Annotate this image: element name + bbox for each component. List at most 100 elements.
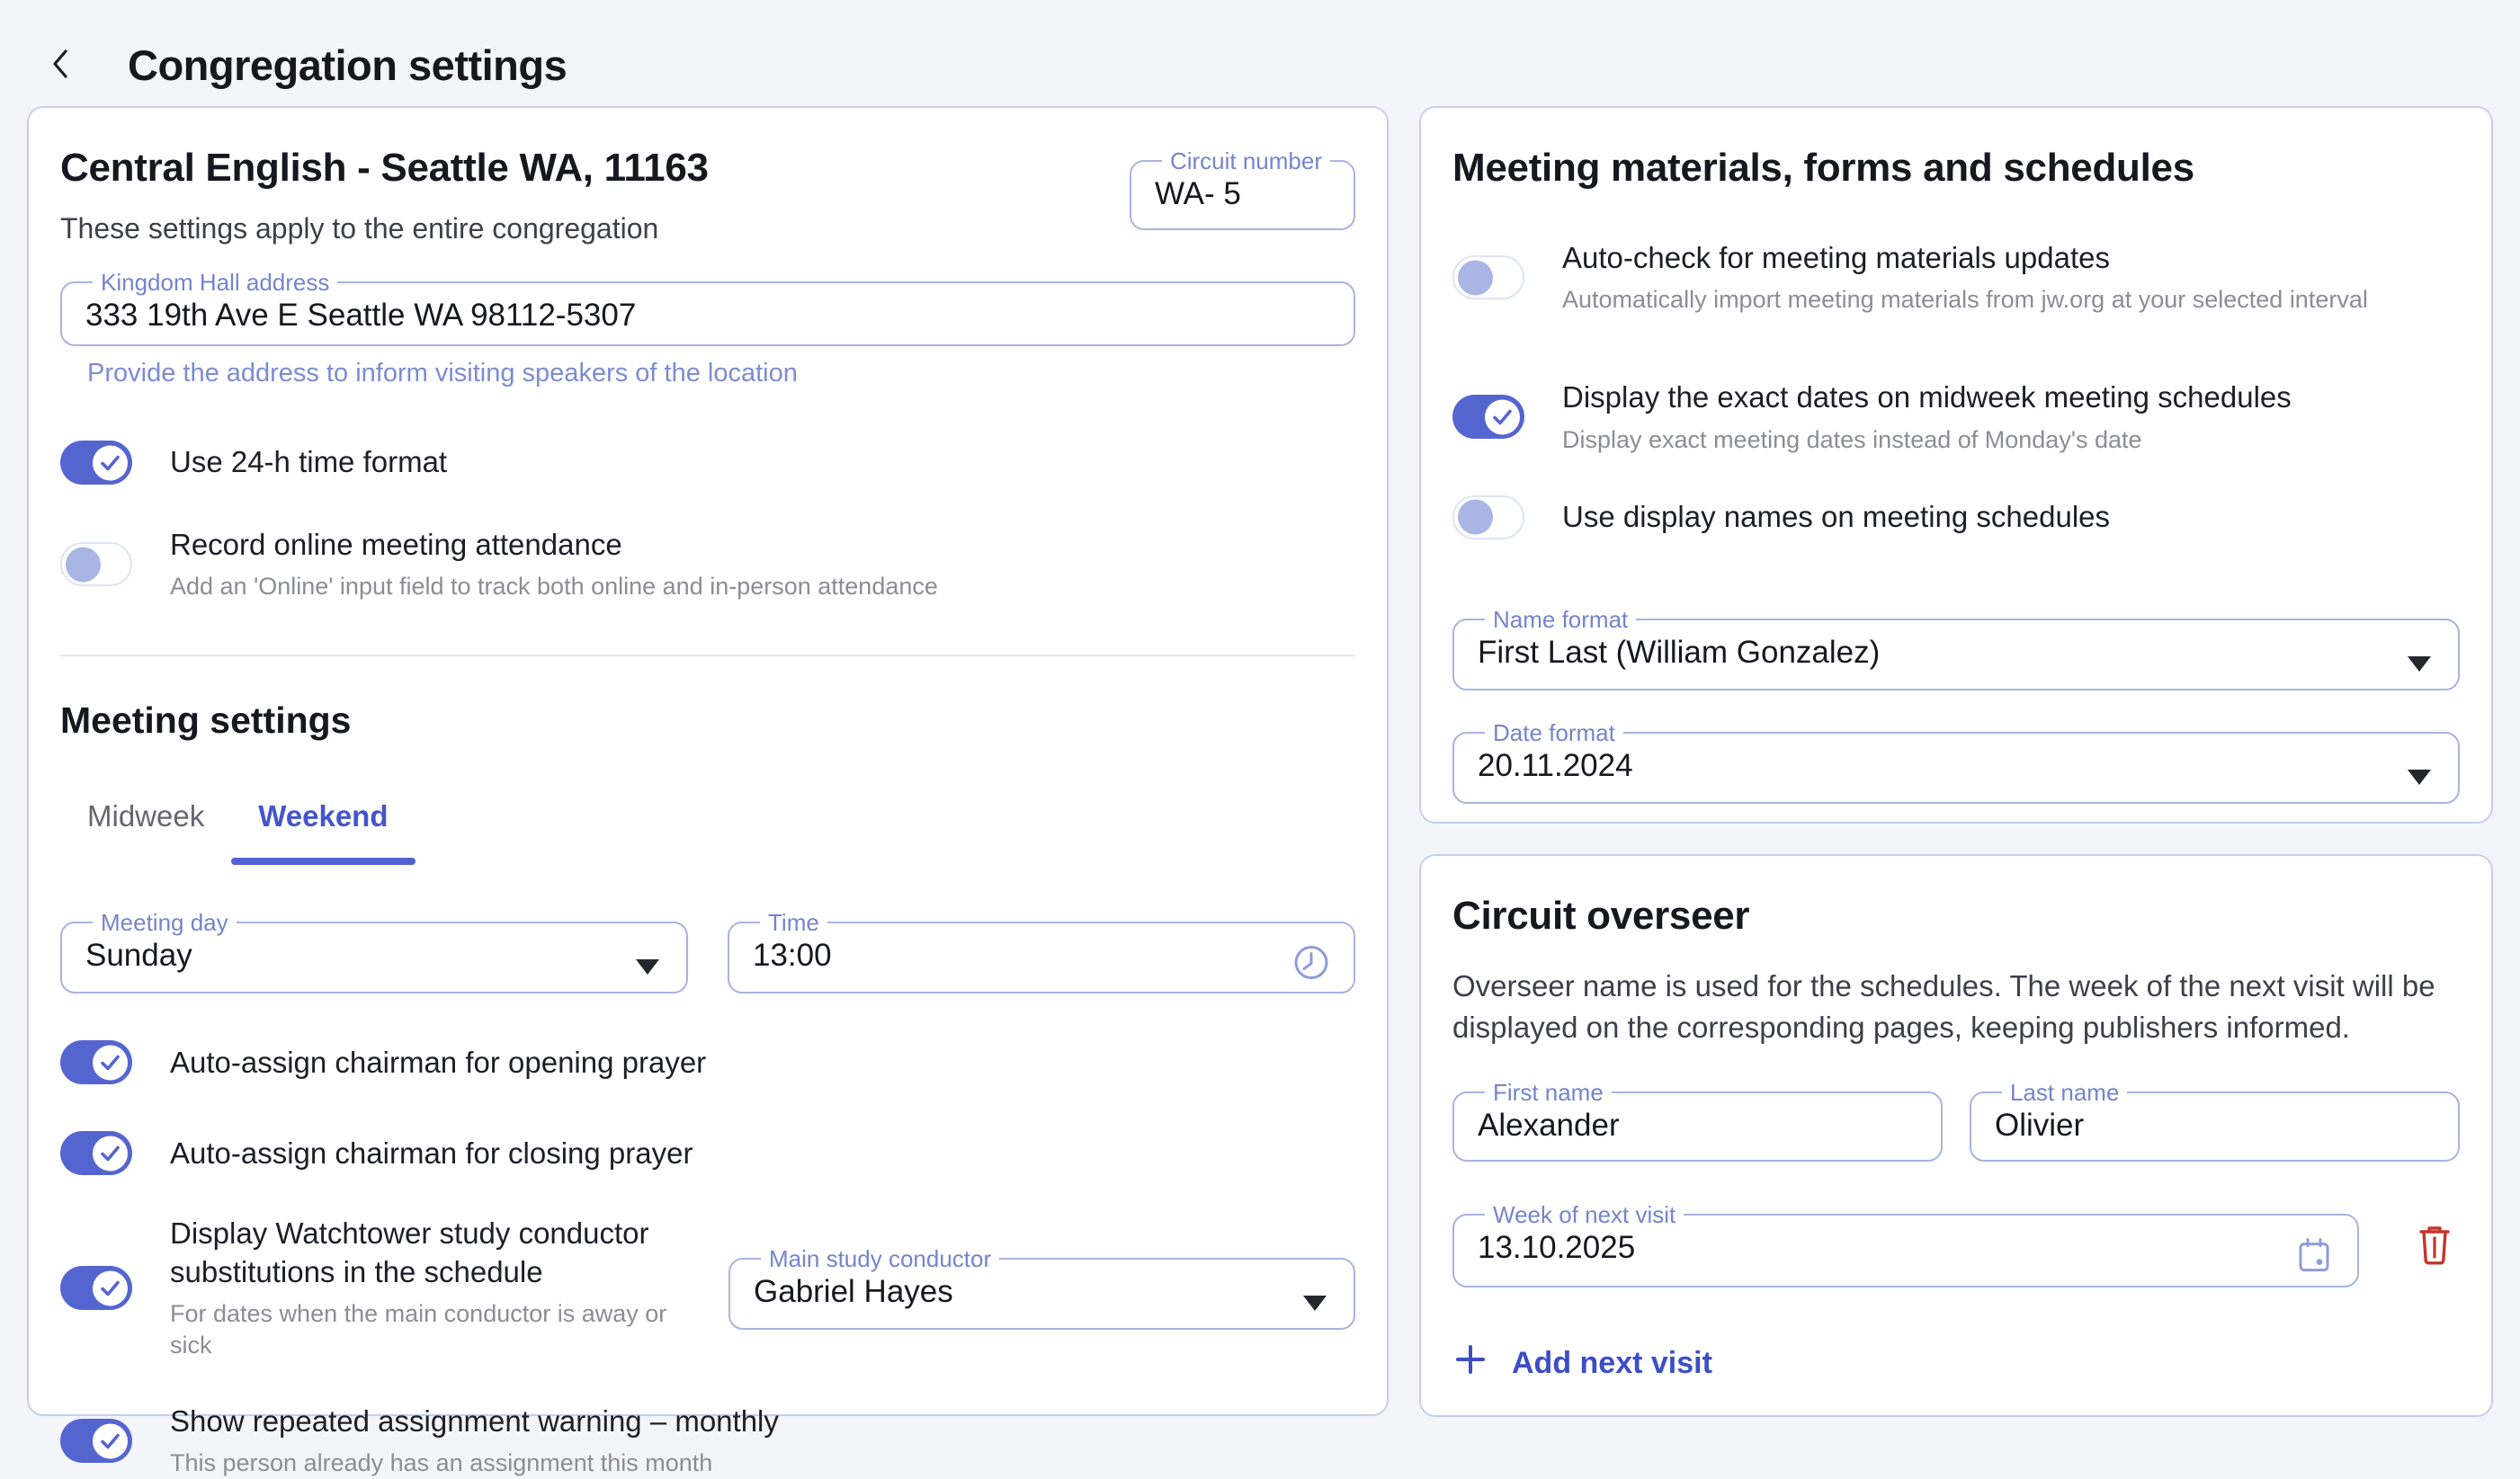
use-24h-time-row: Use 24-h time format bbox=[60, 441, 1355, 485]
tab-midweek[interactable]: Midweek bbox=[60, 799, 231, 860]
use-24h-time-label: Use 24-h time format bbox=[170, 443, 447, 481]
opening-prayer-label: Auto-assign chairman for opening prayer bbox=[170, 1044, 706, 1082]
first-name-field[interactable]: First name Alexander bbox=[1452, 1081, 1943, 1162]
opening-prayer-row: Auto-assign chairman for opening prayer bbox=[60, 1040, 1355, 1084]
trash-icon bbox=[2412, 1220, 2457, 1271]
check-icon bbox=[93, 1423, 128, 1458]
back-button[interactable] bbox=[36, 40, 86, 90]
time-field[interactable]: Time 13:00 bbox=[728, 911, 1355, 993]
closing-prayer-toggle[interactable] bbox=[60, 1131, 132, 1175]
toggle-thumb bbox=[93, 1136, 128, 1171]
page-title: Congregation settings bbox=[128, 40, 567, 90]
repeated-assignment-warning-toggle[interactable] bbox=[60, 1419, 132, 1463]
kingdom-hall-address-field[interactable]: Kingdom Hall address 333 19th Ave E Seat… bbox=[60, 271, 1355, 346]
use-24h-time-toggle[interactable] bbox=[60, 441, 132, 485]
watchtower-substitutions-toggle[interactable] bbox=[60, 1266, 132, 1310]
tab-midweek-label: Midweek bbox=[87, 799, 204, 833]
address-helper-text: Provide the address to inform visiting s… bbox=[87, 359, 1355, 388]
exact-dates-toggle[interactable] bbox=[1452, 395, 1524, 439]
check-icon bbox=[93, 1136, 128, 1171]
circuit-number-label: Circuit number bbox=[1162, 149, 1330, 173]
opening-prayer-toggle[interactable] bbox=[60, 1040, 132, 1084]
record-online-attendance-toggle[interactable] bbox=[60, 542, 132, 586]
name-format-value[interactable]: First Last (William Gonzalez) bbox=[1478, 635, 2435, 671]
record-online-attendance-label: Record online meeting attendance bbox=[170, 526, 938, 564]
first-name-value[interactable]: Alexander bbox=[1478, 1108, 1917, 1144]
calendar-icon[interactable] bbox=[2292, 1234, 2336, 1282]
exact-dates-sublabel: Display exact meeting dates instead of M… bbox=[1562, 424, 2292, 456]
closing-prayer-row: Auto-assign chairman for closing prayer bbox=[60, 1131, 1355, 1175]
date-format-select[interactable]: Date format 20.11.2024 bbox=[1452, 721, 2460, 804]
tab-weekend-label: Weekend bbox=[258, 799, 388, 833]
auto-check-materials-row: Auto-check for meeting materials updates… bbox=[1452, 239, 2460, 316]
check-icon bbox=[93, 1045, 128, 1080]
exact-dates-label: Display the exact dates on midweek meeti… bbox=[1562, 379, 2292, 416]
auto-check-materials-label: Auto-check for meeting materials updates bbox=[1562, 239, 2368, 277]
kingdom-hall-address-label: Kingdom Hall address bbox=[93, 271, 337, 294]
name-format-label: Name format bbox=[1485, 608, 1636, 631]
toggle-thumb bbox=[93, 1423, 128, 1458]
active-tab-indicator bbox=[231, 858, 415, 865]
meeting-day-value[interactable]: Sunday bbox=[85, 938, 663, 974]
materials-title: Meeting materials, forms and schedules bbox=[1452, 146, 2460, 191]
circuit-number-value[interactable]: WA- 5 bbox=[1155, 176, 1330, 212]
toggle-thumb bbox=[1458, 500, 1493, 535]
page-header: Congregation settings bbox=[0, 0, 2520, 106]
section-divider bbox=[60, 655, 1355, 656]
add-next-visit-button[interactable]: Add next visit bbox=[1452, 1341, 1712, 1385]
date-format-label: Date format bbox=[1485, 721, 1623, 744]
repeated-assignment-warning-label: Show repeated assignment warning – month… bbox=[170, 1403, 779, 1440]
last-name-field[interactable]: Last name Olivier bbox=[1970, 1081, 2460, 1162]
dropdown-arrow-icon bbox=[636, 959, 659, 975]
kingdom-hall-address-value[interactable]: 333 19th Ave E Seattle WA 98112-5307 bbox=[85, 298, 1330, 334]
congregation-subtitle: These settings apply to the entire congr… bbox=[60, 212, 709, 245]
last-name-label: Last name bbox=[2002, 1081, 2127, 1104]
week-of-next-visit-row: Week of next visit 13.10.2025 bbox=[1452, 1203, 2460, 1287]
circuit-overseer-description: Overseer name is used for the schedules.… bbox=[1452, 966, 2451, 1048]
meeting-settings-title: Meeting settings bbox=[60, 699, 1355, 742]
display-names-label: Use display names on meeting schedules bbox=[1562, 498, 2110, 536]
meeting-tabs: Midweek Weekend bbox=[60, 799, 1355, 860]
watchtower-substitutions-sublabel: For dates when the main conductor is awa… bbox=[170, 1298, 689, 1361]
toggle-thumb bbox=[93, 1270, 128, 1305]
clock-icon[interactable] bbox=[1291, 942, 1332, 988]
display-names-toggle[interactable] bbox=[1452, 495, 1524, 539]
time-value[interactable]: 13:00 bbox=[753, 938, 1330, 974]
meeting-day-select[interactable]: Meeting day Sunday bbox=[60, 911, 688, 993]
circuit-overseer-card: Circuit overseer Overseer name is used f… bbox=[1419, 854, 2493, 1417]
meeting-day-label: Meeting day bbox=[93, 911, 237, 934]
toggle-thumb bbox=[1458, 260, 1493, 295]
watchtower-substitutions-label: Display Watchtower study conductor subst… bbox=[170, 1215, 689, 1290]
circuit-number-field[interactable]: Circuit number WA- 5 bbox=[1130, 149, 1355, 230]
dropdown-arrow-icon bbox=[2408, 656, 2431, 672]
closing-prayer-label: Auto-assign chairman for closing prayer bbox=[170, 1135, 693, 1172]
auto-check-materials-sublabel: Automatically import meeting materials f… bbox=[1562, 284, 2368, 316]
name-format-select[interactable]: Name format First Last (William Gonzalez… bbox=[1452, 608, 2460, 690]
toggle-thumb bbox=[93, 445, 128, 480]
check-icon bbox=[93, 1270, 128, 1305]
last-name-value[interactable]: Olivier bbox=[1995, 1108, 2435, 1144]
week-of-next-visit-label: Week of next visit bbox=[1485, 1203, 1684, 1226]
dropdown-arrow-icon bbox=[2408, 770, 2431, 785]
chevron-left-icon bbox=[41, 44, 81, 86]
main-study-conductor-value[interactable]: Gabriel Hayes bbox=[754, 1274, 1330, 1310]
date-format-value[interactable]: 20.11.2024 bbox=[1478, 748, 2435, 784]
check-icon bbox=[1485, 399, 1520, 434]
toggle-thumb bbox=[66, 547, 101, 582]
materials-card: Meeting materials, forms and schedules A… bbox=[1419, 106, 2493, 824]
main-study-conductor-label: Main study conductor bbox=[761, 1247, 999, 1270]
delete-visit-button[interactable] bbox=[2409, 1218, 2460, 1272]
add-next-visit-label: Add next visit bbox=[1512, 1346, 1712, 1381]
week-of-next-visit-field[interactable]: Week of next visit 13.10.2025 bbox=[1452, 1203, 2359, 1287]
main-study-conductor-select[interactable]: Main study conductor Gabriel Hayes bbox=[728, 1247, 1355, 1330]
circuit-overseer-title: Circuit overseer bbox=[1452, 894, 2460, 939]
dropdown-arrow-icon bbox=[1303, 1296, 1327, 1311]
auto-check-materials-toggle[interactable] bbox=[1452, 255, 1524, 299]
congregation-card: Central English - Seattle WA, 11163 Thes… bbox=[27, 106, 1389, 1416]
tab-weekend[interactable]: Weekend bbox=[231, 799, 415, 860]
display-names-row: Use display names on meeting schedules bbox=[1452, 495, 2460, 539]
first-name-label: First name bbox=[1485, 1081, 1612, 1104]
week-of-next-visit-value[interactable]: 13.10.2025 bbox=[1478, 1230, 2334, 1266]
check-icon bbox=[93, 445, 128, 480]
congregation-title: Central English - Seattle WA, 11163 bbox=[60, 146, 709, 191]
